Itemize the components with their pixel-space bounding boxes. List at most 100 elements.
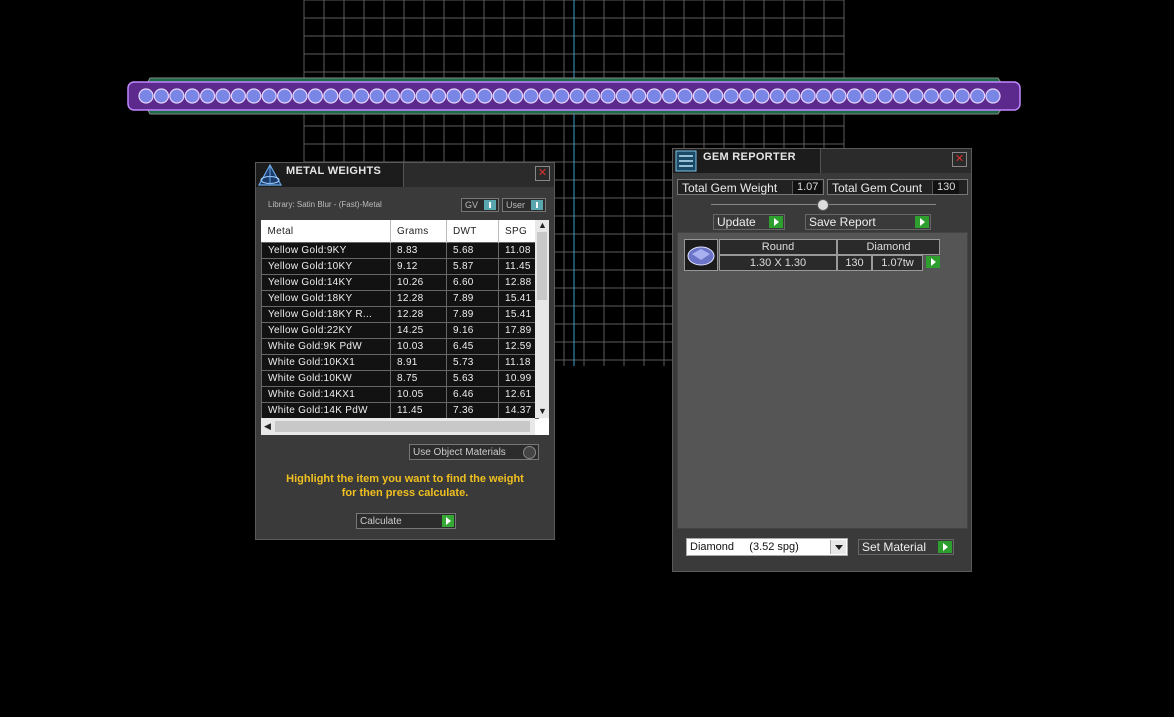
- splitter-handle-icon[interactable]: [817, 199, 829, 211]
- spg-value: 12.61: [498, 386, 539, 403]
- gem-stone: [769, 88, 786, 104]
- gem-reporter-titlebar[interactable]: GEM REPORTER ✕: [673, 149, 971, 173]
- gv-toggle[interactable]: GV: [461, 198, 499, 212]
- column-header-grams[interactable]: Grams: [390, 220, 447, 243]
- spg-value: 15.41: [498, 290, 539, 307]
- gem-shape: Round: [719, 239, 837, 255]
- scrollbar-thumb[interactable]: [537, 232, 547, 300]
- 3d-viewport[interactable]: [0, 0, 1174, 717]
- scroll-left-icon[interactable]: ◀: [264, 421, 271, 432]
- gem-list: Round Diamond 1.30 X 1.30 130 1.07tw: [677, 232, 968, 529]
- gem-stone: [939, 88, 955, 104]
- gem-stone: [985, 88, 1001, 104]
- horizontal-scrollbar[interactable]: ◀: [261, 418, 535, 435]
- total-gem-count-value: 130: [932, 181, 960, 194]
- gem-stone: [461, 88, 477, 104]
- use-object-materials-label: Use Object Materials: [413, 447, 506, 458]
- dwt-value: 5.63: [446, 370, 499, 387]
- scroll-up-icon[interactable]: ▲: [538, 220, 547, 230]
- total-gem-count: Total Gem Count 130: [827, 179, 968, 195]
- vertical-scrollbar[interactable]: ▲ ▼: [535, 220, 549, 418]
- spg-value: 12.59: [498, 338, 539, 355]
- gem-stone: [908, 88, 924, 104]
- gem-size: 1.30 X 1.30: [719, 255, 837, 271]
- gem-stone: [415, 88, 431, 104]
- spg-value: 11.18: [498, 354, 539, 371]
- column-header-metal[interactable]: Metal: [261, 220, 391, 243]
- table-row[interactable]: White Gold:14KX1 10.05 6.46 12.61: [261, 386, 539, 403]
- metal-name: White Gold:14KX1: [261, 386, 391, 403]
- gem-stone: [400, 88, 416, 104]
- gem-stone: [661, 88, 678, 104]
- gem-stone: [477, 88, 493, 104]
- dwt-value: 7.89: [446, 306, 499, 323]
- calculate-label: Calculate: [360, 516, 402, 527]
- metal-weights-titlebar[interactable]: METAL WEIGHTS ✕: [256, 163, 554, 187]
- user-toggle[interactable]: User: [502, 198, 546, 212]
- gem-stone: [369, 88, 385, 104]
- metal-name: Yellow Gold:22KY: [261, 322, 391, 339]
- table-row[interactable]: Yellow Gold:10KY 9.12 5.87 11.45: [261, 258, 539, 275]
- dwt-value: 7.89: [446, 290, 499, 307]
- grams-value: 11.45: [390, 402, 447, 419]
- metal-name: White Gold:10KW: [261, 370, 391, 387]
- gem-stone: [523, 88, 539, 104]
- table-row[interactable]: White Gold:10KW 8.75 5.63 10.99: [261, 370, 539, 387]
- dwt-value: 5.87: [446, 258, 499, 275]
- metal-name: Yellow Gold:9KY: [261, 242, 391, 259]
- save-report-button[interactable]: Save Report: [805, 214, 931, 230]
- use-object-materials-toggle[interactable]: Use Object Materials: [409, 444, 539, 460]
- metals-table: Metal Grams DWT SPG Yellow Gold:9KY 8.83 5…: [261, 220, 539, 419]
- column-header-spg[interactable]: SPG: [498, 220, 539, 243]
- gem-stone: [554, 88, 570, 104]
- gv-toggle-label: GV: [465, 200, 479, 210]
- spg-value: 15.41: [498, 306, 539, 323]
- grams-value: 12.28: [390, 290, 447, 307]
- spg-value: 12.88: [498, 274, 539, 291]
- grams-value: 14.25: [390, 322, 447, 339]
- table-row[interactable]: White Gold:14K PdW 11.45 7.36 14.37: [261, 402, 539, 419]
- dropdown-arrow-icon[interactable]: [830, 540, 846, 554]
- gem-stone: [277, 88, 293, 104]
- dwt-value: 6.45: [446, 338, 499, 355]
- gem-stone: [338, 88, 354, 104]
- gem-stone: [800, 88, 816, 104]
- column-header-dwt[interactable]: DWT: [446, 220, 499, 243]
- table-row[interactable]: Yellow Gold:18KY R... 12.28 7.89 15.41: [261, 306, 539, 323]
- gem-stone: [677, 88, 693, 104]
- table-row[interactable]: White Gold:10KX1 8.91 5.73 11.18: [261, 354, 539, 371]
- dwt-value: 6.60: [446, 274, 499, 291]
- scrollbar-thumb[interactable]: [275, 421, 530, 432]
- gem-stone: [292, 88, 308, 104]
- close-icon[interactable]: ✕: [952, 152, 967, 167]
- spg-value: 11.45: [498, 258, 539, 275]
- gem-stone: [261, 88, 277, 104]
- grams-value: 10.05: [390, 386, 447, 403]
- gem-reporter-panel: GEM REPORTER ✕ Total Gem Weight 1.07 Tot…: [672, 148, 972, 572]
- metal-name: Yellow Gold:10KY: [261, 258, 391, 275]
- table-row[interactable]: Yellow Gold:22KY 14.25 9.16 17.89: [261, 322, 539, 339]
- total-gem-weight-value: 1.07: [792, 181, 823, 194]
- material-select[interactable]: Diamond (3.52 spg): [686, 538, 848, 556]
- gem-stone: [230, 88, 246, 104]
- scroll-down-icon[interactable]: ▼: [538, 406, 547, 416]
- close-icon[interactable]: ✕: [535, 166, 550, 181]
- grams-value: 10.03: [390, 338, 447, 355]
- metal-name: Yellow Gold:18KY: [261, 290, 391, 307]
- calculate-button[interactable]: Calculate: [356, 513, 456, 529]
- update-label: Update: [717, 215, 756, 229]
- table-row[interactable]: Yellow Gold:14KY 10.26 6.60 12.88: [261, 274, 539, 291]
- table-row[interactable]: Yellow Gold:18KY 12.28 7.89 15.41: [261, 290, 539, 307]
- set-material-button[interactable]: Set Material: [858, 539, 954, 555]
- gem-stone: [846, 88, 863, 104]
- table-row[interactable]: White Gold:9K PdW 10.03 6.45 12.59: [261, 338, 539, 355]
- table-header: Metal Grams DWT SPG: [261, 220, 539, 243]
- table-row[interactable]: Yellow Gold:9KY 8.83 5.68 11.08: [261, 242, 539, 259]
- gem-row-go-button[interactable]: [923, 255, 941, 271]
- grams-value: 9.12: [390, 258, 447, 275]
- metal-name: White Gold:14K PdW: [261, 402, 391, 419]
- update-button[interactable]: Update: [713, 214, 785, 230]
- play-arrow-icon: [442, 515, 454, 527]
- gem-stone: [538, 88, 555, 104]
- total-gem-count-label: Total Gem Count: [832, 181, 923, 195]
